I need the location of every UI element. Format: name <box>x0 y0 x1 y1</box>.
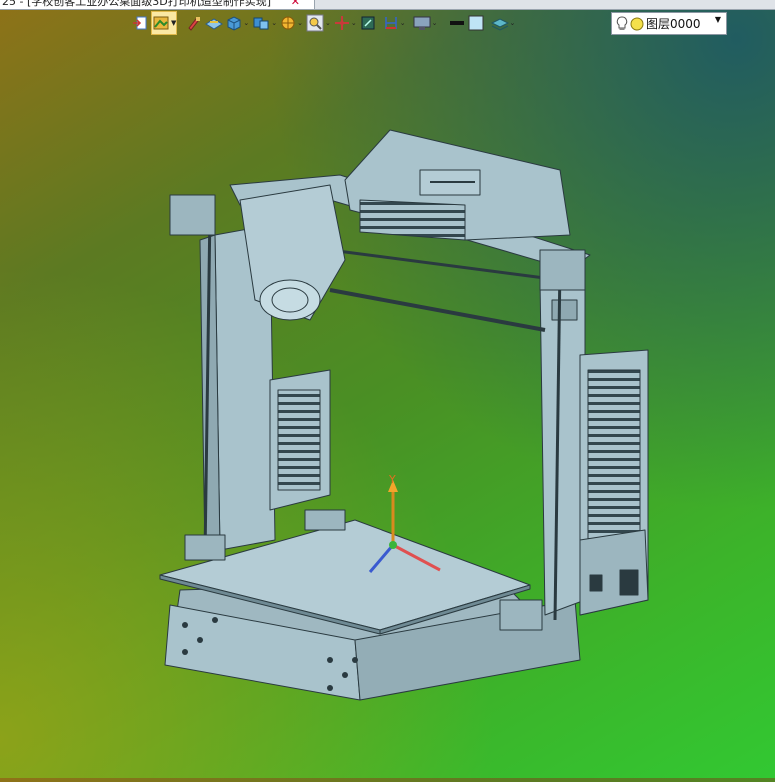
zoom-button[interactable]: ⌄ <box>306 12 331 34</box>
display-icon <box>413 16 431 30</box>
y-motor <box>539 249 586 291</box>
fit-view-button[interactable] <box>360 12 376 34</box>
brush-button[interactable] <box>186 12 202 34</box>
pan-axis-button[interactable]: ⌄ <box>334 12 357 34</box>
chevron-down-icon[interactable]: ⌄ <box>297 19 303 27</box>
fill-color-button[interactable] <box>468 12 484 34</box>
right-frame <box>539 269 586 616</box>
dimension-icon <box>385 17 397 29</box>
chevron-down-icon[interactable]: ⌄ <box>351 19 357 27</box>
document-tab-title: 25 - [学校创客工业办公桌面级3D打印机造型制作实现] <box>2 0 272 8</box>
surface-button[interactable] <box>205 12 224 34</box>
chevron-down-icon[interactable]: ⌄ <box>271 19 277 27</box>
pan-axis-icon <box>334 16 349 30</box>
render-style-button[interactable]: ▼ <box>151 11 178 35</box>
line-color-button[interactable] <box>449 12 465 34</box>
dimension-button[interactable]: ⌄ <box>383 12 406 34</box>
chevron-down-icon[interactable]: ⌄ <box>400 19 406 27</box>
3d-printer-model[interactable]: Y <box>0 36 775 778</box>
exit-sketch-button[interactable] <box>132 12 148 34</box>
exit-sketch-icon <box>133 16 147 30</box>
document-tab[interactable]: 25 - [学校创客工业办公桌面级3D打印机造型制作实现] ✕ <box>0 0 315 9</box>
lightbulb-icon[interactable] <box>616 15 628 32</box>
chevron-down-icon[interactable]: ▼ <box>171 19 176 27</box>
section-button[interactable]: ⌄ <box>280 12 303 34</box>
chevron-down-icon[interactable]: ⌄ <box>432 19 438 27</box>
document-tab-bar: 25 - [学校创客工业办公桌面级3D打印机造型制作实现] ✕ <box>0 0 775 10</box>
fit-view-icon <box>361 16 375 30</box>
layer-select-value: 图层0000 <box>646 17 701 31</box>
render-style-icon <box>153 16 169 30</box>
chevron-down-icon[interactable]: ⌄ <box>243 19 249 27</box>
chevron-down-icon[interactable]: ⌄ <box>325 19 331 27</box>
zoom-icon <box>306 14 324 32</box>
view-orientation-button[interactable]: ⌄ <box>252 12 277 34</box>
chevron-down-icon[interactable]: ▼ <box>715 15 721 24</box>
brush-icon <box>188 17 201 31</box>
layer-select[interactable]: 图层0000 ▼ <box>611 12 727 35</box>
section-icon <box>281 16 295 30</box>
fill-color-icon <box>468 15 484 31</box>
close-icon[interactable]: ✕ <box>291 0 300 9</box>
display-button[interactable]: ⌄ <box>413 12 438 34</box>
solid-view-icon <box>227 16 241 31</box>
view-orientation-icon <box>253 17 269 30</box>
line-color-icon <box>449 21 464 25</box>
triad-y-label: Y <box>388 473 396 486</box>
layers-button[interactable]: ⌄ <box>490 12 516 34</box>
3d-viewport[interactable]: Y <box>0 36 775 778</box>
surface-icon <box>205 18 224 30</box>
chevron-down-icon[interactable]: ⌄ <box>510 19 516 27</box>
layers-icon <box>490 18 509 31</box>
layer-color-icon[interactable] <box>630 17 644 31</box>
x-motor <box>169 194 216 236</box>
solid-view-button[interactable]: ⌄ <box>226 12 249 34</box>
